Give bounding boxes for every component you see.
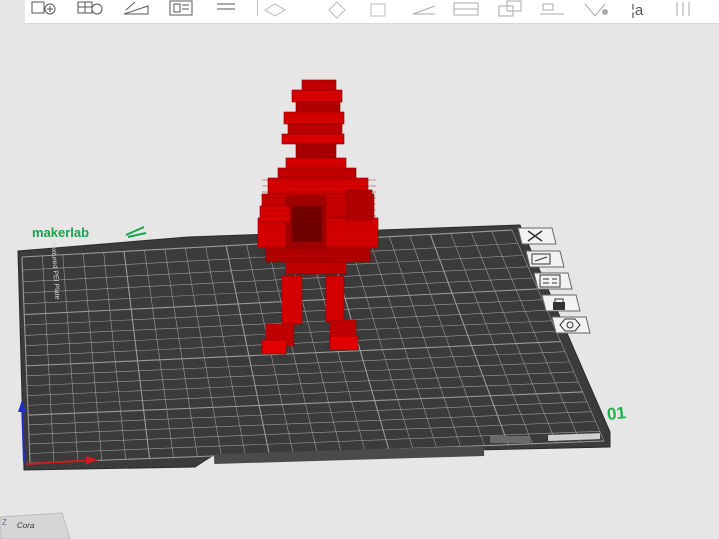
color-paint-button[interactable] (581, 0, 611, 20)
model-voxel-block (261, 339, 287, 355)
view-cube-axis-label: Z (2, 518, 7, 527)
mesh-boolean-icon (498, 0, 522, 17)
color-paint-icon (584, 3, 608, 17)
model-voxel-block (301, 79, 337, 91)
cut-button[interactable] (451, 0, 481, 20)
scale-icon (370, 3, 386, 17)
3d-viewport[interactable] (0, 24, 719, 539)
delete-plate-button[interactable] (514, 227, 558, 246)
text-icon: ¦a (631, 2, 644, 19)
plate-settings-icon (551, 316, 591, 334)
arrange-button[interactable] (166, 0, 196, 20)
svg-text:¦a: ¦a (631, 2, 644, 19)
plate-settings-button[interactable] (548, 316, 592, 335)
model-voxel-block (287, 123, 343, 135)
brand-pen-icon (125, 226, 147, 238)
model-voxel-block (291, 205, 323, 243)
lay-on-face-icon (412, 5, 436, 15)
lay-on-face-button[interactable] (409, 0, 439, 20)
model-voxel-block (291, 89, 343, 103)
move-icon (264, 3, 286, 17)
toolbar-separator (257, 0, 258, 16)
add-plate-button[interactable] (75, 0, 105, 20)
add-plate-icon (77, 1, 103, 15)
delete-plate-icon (517, 227, 557, 245)
rotate-button[interactable] (323, 0, 353, 20)
viewport-canvas (0, 79, 611, 539)
move-button[interactable] (257, 0, 287, 20)
model-voxel-block (325, 275, 345, 323)
model-voxel-block (281, 133, 345, 145)
mesh-boolean-button[interactable] (495, 0, 525, 20)
orient-plate-button[interactable] (522, 250, 566, 269)
model-voxel-block (283, 111, 345, 125)
text-button[interactable]: ¦a (625, 0, 655, 20)
model-voxel-block (295, 143, 337, 159)
measure-button[interactable] (673, 0, 703, 20)
split-icon (217, 3, 235, 10)
plate-number[interactable]: 01 (606, 403, 627, 425)
plate-front-logo (490, 436, 530, 443)
model-voxel-block (277, 167, 357, 179)
arrange-icon (169, 0, 193, 16)
orient-button[interactable] (121, 0, 151, 20)
view-cube[interactable] (0, 512, 71, 539)
view-cube-face-label: Cora (16, 521, 36, 530)
split-button[interactable] (211, 0, 241, 20)
add-object-icon (31, 1, 56, 15)
support-paint-icon (540, 3, 564, 15)
lock-plate-icon (541, 294, 581, 312)
cut-icon (453, 2, 479, 16)
model-voxel-block (265, 247, 371, 263)
lock-plate-button[interactable] (538, 294, 582, 313)
model-voxel-block (285, 261, 347, 275)
support-paint-button[interactable] (537, 0, 567, 20)
arrange-plate-button[interactable] (530, 272, 574, 291)
scale-button[interactable] (365, 0, 395, 20)
model-voxel-block (329, 335, 359, 351)
model-voxel-block (281, 275, 303, 325)
arrange-plate-icon (533, 272, 573, 290)
model-voxel-block (345, 189, 373, 221)
top-toolbar: ¦a (25, 0, 719, 24)
orient-icon (123, 1, 149, 15)
model-voxel-block (295, 101, 341, 113)
rotate-icon (328, 1, 346, 19)
measure-icon (676, 2, 690, 16)
add-object-button[interactable] (29, 0, 59, 20)
plate-brand-label: makerlab (32, 225, 90, 240)
orient-plate-icon (525, 250, 565, 268)
model-voxel-block (259, 205, 291, 223)
